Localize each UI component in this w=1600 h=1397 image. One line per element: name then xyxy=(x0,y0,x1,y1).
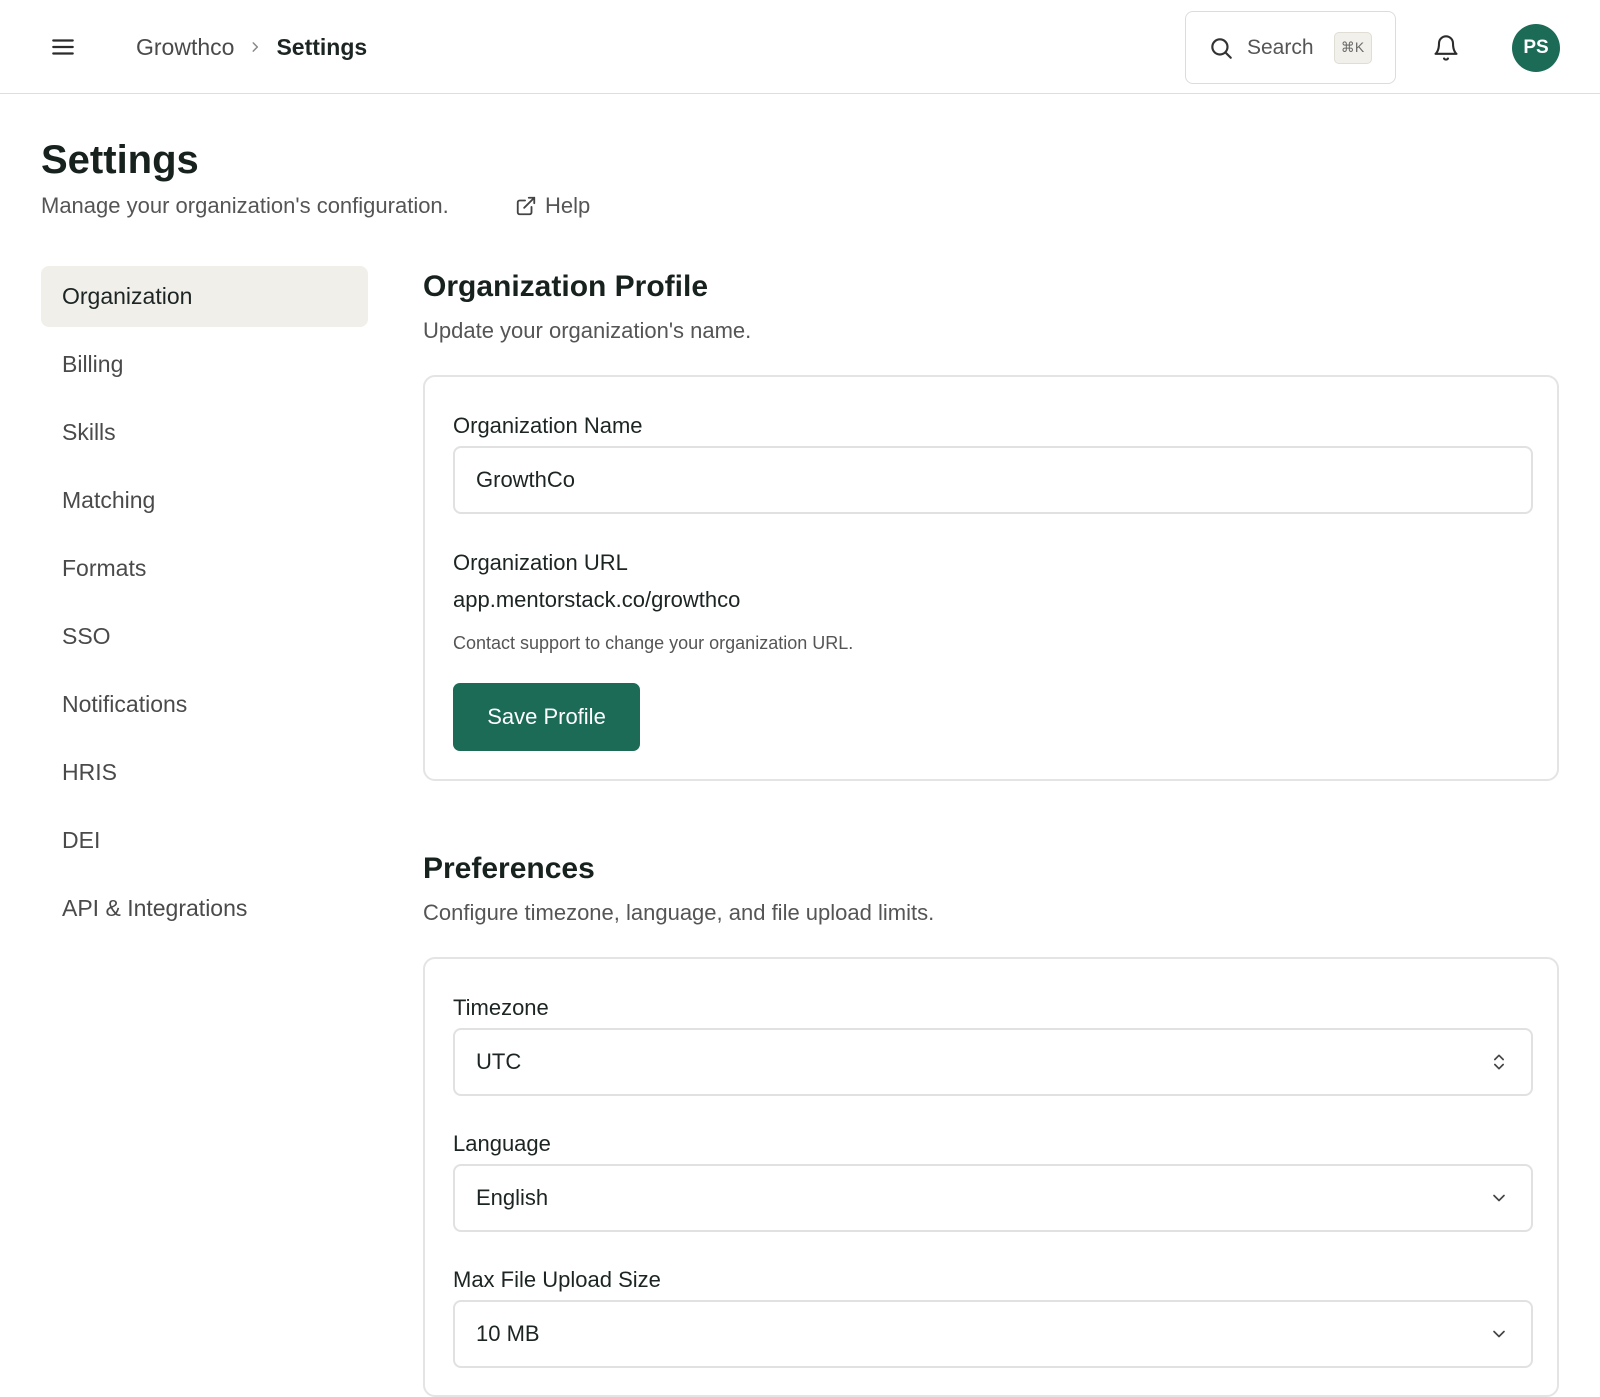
avatar[interactable]: PS xyxy=(1512,24,1560,72)
chevron-down-icon xyxy=(1493,1194,1505,1202)
sidebar-item-api-integrations[interactable]: API & Integrations xyxy=(41,878,368,939)
up-down-chevron-icon xyxy=(1494,1054,1504,1070)
language-value: English xyxy=(476,1185,549,1210)
upload-size-label: Max File Upload Size xyxy=(453,1267,661,1292)
language-label: Language xyxy=(453,1131,551,1156)
sidebar-item-dei[interactable]: DEI xyxy=(41,810,368,871)
external-link-icon xyxy=(516,196,536,216)
org-url-hint: Contact support to change your organizat… xyxy=(453,633,854,653)
profile-section-title: Organization Profile xyxy=(423,270,709,303)
sidebar-item-matching[interactable]: Matching xyxy=(41,470,368,531)
chevron-right-icon xyxy=(248,40,262,54)
org-url-value: app.mentorstack.co/growthco xyxy=(453,587,741,612)
upload-size-value: 10 MB xyxy=(476,1321,540,1346)
settings-sidebar: Organization Billing Skills Matching For… xyxy=(41,266,368,946)
bell-icon[interactable] xyxy=(1432,33,1460,63)
profile-section-description: Update your organization's name. xyxy=(423,318,752,343)
profile-card: Organization Name Organization URL app.m… xyxy=(423,375,1559,781)
upload-size-select[interactable]: 10 MB xyxy=(453,1300,1533,1368)
help-label: Help xyxy=(545,193,591,218)
top-bar: Growthco Settings Search ⌘K PS xyxy=(0,0,1600,94)
help-link[interactable]: Help xyxy=(515,193,590,219)
chevron-down-icon xyxy=(1493,1330,1505,1338)
sidebar-item-sso[interactable]: SSO xyxy=(41,606,368,667)
search-icon xyxy=(1211,37,1232,59)
sidebar-item-formats[interactable]: Formats xyxy=(41,538,368,599)
preferences-card: Timezone UTC Language English Max File U… xyxy=(423,957,1559,1397)
org-name-input[interactable] xyxy=(453,446,1533,514)
preferences-section-title: Preferences xyxy=(423,852,595,885)
timezone-label: Timezone xyxy=(453,995,549,1020)
preferences-section-description: Configure timezone, language, and file u… xyxy=(423,900,935,925)
search-label: Search xyxy=(1247,35,1314,59)
search-button[interactable]: Search ⌘K xyxy=(1185,11,1396,84)
page-title: Settings xyxy=(41,138,199,182)
breadcrumb-org-link[interactable]: Growthco xyxy=(136,34,234,61)
org-name-label: Organization Name xyxy=(453,413,643,438)
breadcrumb-current: Settings xyxy=(276,33,368,60)
sidebar-item-billing[interactable]: Billing xyxy=(41,334,368,395)
timezone-select[interactable]: UTC xyxy=(453,1028,1533,1096)
language-select[interactable]: English xyxy=(453,1164,1533,1232)
menu-icon[interactable] xyxy=(50,34,76,60)
page-description: Manage your organization's configuration… xyxy=(41,193,449,218)
save-profile-button[interactable]: Save Profile xyxy=(453,683,640,751)
org-url-label: Organization URL xyxy=(453,550,628,575)
breadcrumb: Growthco Settings xyxy=(136,30,367,64)
timezone-value: UTC xyxy=(476,1049,522,1074)
search-shortcut-badge: ⌘K xyxy=(1333,31,1372,64)
sidebar-item-organization[interactable]: Organization xyxy=(41,266,368,327)
sidebar-item-hris[interactable]: HRIS xyxy=(41,742,368,803)
sidebar-item-notifications[interactable]: Notifications xyxy=(41,674,368,735)
sidebar-item-skills[interactable]: Skills xyxy=(41,402,368,463)
